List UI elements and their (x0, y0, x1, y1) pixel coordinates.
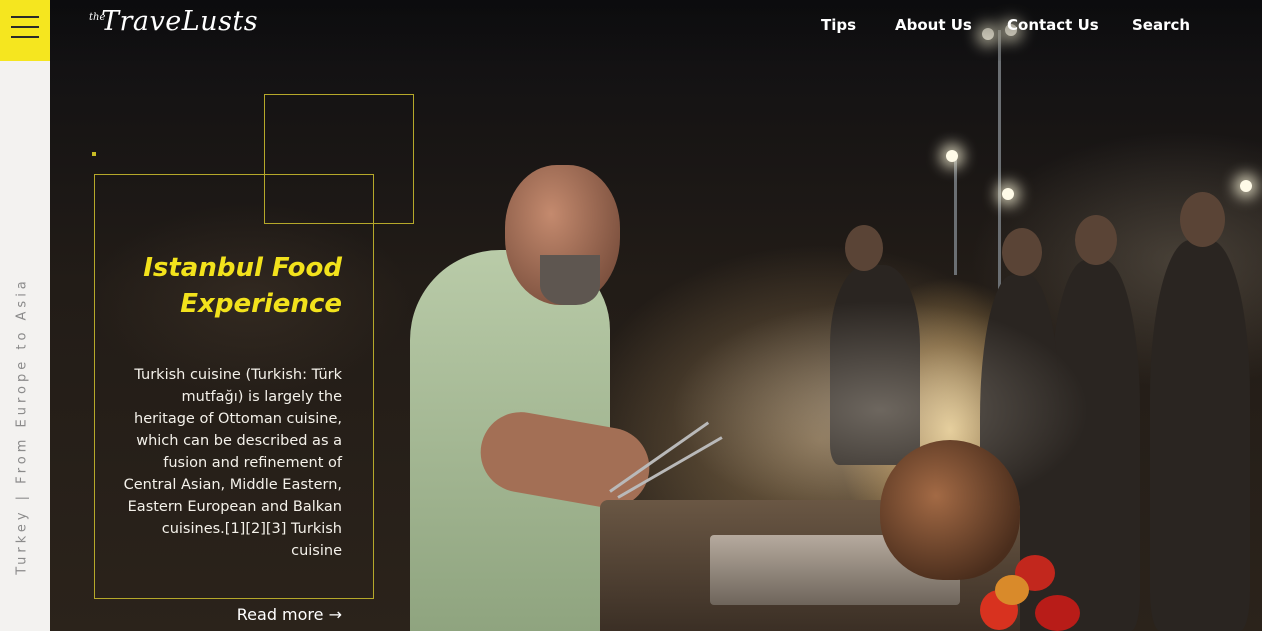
pepper (995, 575, 1029, 605)
chef-beard (540, 255, 600, 305)
side-rail: Turkey | From Europe to Asia (0, 61, 50, 631)
nav-tips[interactable]: Tips (821, 16, 856, 34)
read-more-link[interactable]: Read more → (237, 605, 342, 624)
crowd-head (845, 225, 883, 271)
nav-contact-us[interactable]: Contact Us (1007, 16, 1099, 34)
menu-button[interactable] (0, 0, 50, 61)
nav-about-us[interactable]: About Us (895, 16, 972, 34)
copper-pot (880, 440, 1020, 580)
pepper (1035, 595, 1080, 631)
hamburger-icon (11, 16, 39, 18)
street-lamp-light (1240, 180, 1252, 192)
street-lamp-light (1002, 188, 1014, 200)
crowd-head (1180, 192, 1225, 247)
crowd-head (1002, 228, 1042, 276)
hero-title-line-2: Experience (180, 289, 342, 319)
hero-title-line-1: Istanbul Food (143, 253, 342, 283)
hamburger-icon-bar (11, 26, 39, 28)
crowd-head (1075, 215, 1117, 265)
hero-title: Istanbul Food Experience (143, 250, 342, 322)
side-caption: Turkey | From Europe to Asia (14, 277, 30, 575)
nav-search[interactable]: Search (1132, 16, 1190, 34)
logo-name: TraveLusts (101, 6, 259, 37)
decorative-dot (92, 152, 96, 156)
street-lamp-light (946, 150, 958, 162)
hero-description: Turkish cuisine (Turkish: Türk mutfağı) … (123, 367, 342, 559)
hamburger-icon-bar (11, 36, 39, 38)
smoke (670, 300, 1090, 520)
street-lamp-pole (954, 155, 957, 275)
crowd-person (1150, 240, 1250, 631)
